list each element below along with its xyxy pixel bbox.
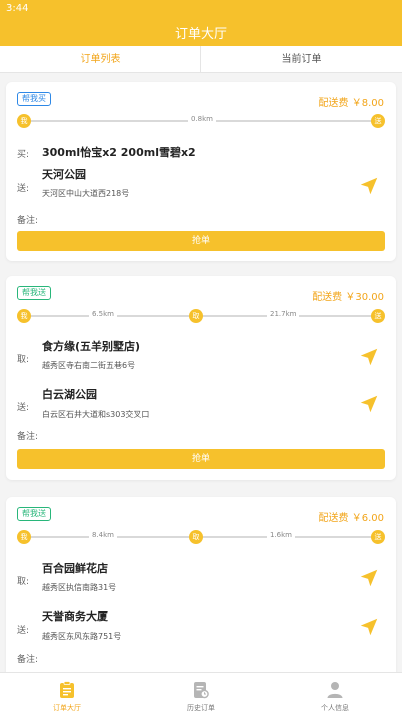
navigate-arrow-icon[interactable] bbox=[358, 393, 380, 415]
order-type-tag: 帮我送 bbox=[17, 507, 51, 521]
route-bar: 我 8.4km 取 1.6km 送 bbox=[17, 530, 385, 544]
header-bar: 3:44 订单大厅 bbox=[0, 0, 402, 46]
route-bar: 我 0.8km 送 bbox=[17, 114, 385, 128]
navigate-arrow-icon[interactable] bbox=[358, 346, 380, 368]
pickup-address: 越秀区执信南路31号 bbox=[42, 583, 117, 592]
tab-bar: 订单列表 当前订单 bbox=[0, 46, 402, 73]
route-distance: 8.4km bbox=[89, 531, 118, 539]
pickup-label: 取: bbox=[17, 355, 30, 365]
app-screen: 3:44 订单大厅 订单列表 当前订单 帮我买 配送费 ￥8.00 我 0.8k… bbox=[0, 0, 402, 717]
route-distance: 6.5km bbox=[89, 310, 118, 318]
route-bar: 我 6.5km 取 21.7km 送 bbox=[17, 309, 385, 323]
route-node-me: 我 bbox=[17, 309, 31, 323]
navigate-arrow-icon[interactable] bbox=[358, 616, 380, 638]
nav-order-hall[interactable]: 订单大厅 bbox=[0, 673, 134, 717]
order-card: 帮我送 配送费 ￥30.00 我 6.5km 取 21.7km 送 取: 食方缘… bbox=[6, 276, 396, 480]
order-card: 帮我买 配送费 ￥8.00 我 0.8km 送 买: 300ml怡宝x2 200… bbox=[6, 82, 396, 261]
buy-label: 买: bbox=[17, 150, 30, 160]
person-icon bbox=[327, 682, 343, 698]
navigate-arrow-icon[interactable] bbox=[358, 175, 380, 197]
deliver-label: 送: bbox=[17, 184, 30, 194]
route-node-me: 我 bbox=[17, 530, 31, 544]
delivery-fee: 配送费 ￥8.00 bbox=[318, 98, 384, 109]
grab-order-button[interactable]: 抢单 bbox=[17, 449, 385, 469]
bottom-nav: 订单大厅 历史订单 个人信息 bbox=[0, 672, 402, 717]
deliver-address: 越秀区东风东路751号 bbox=[42, 632, 122, 641]
grab-order-button[interactable]: 抢单 bbox=[17, 231, 385, 251]
pickup-address: 越秀区寺右南二街五巷6号 bbox=[42, 361, 136, 370]
note-label: 备注: bbox=[17, 216, 39, 226]
route-distance: 1.6km bbox=[267, 531, 296, 539]
order-list[interactable]: 帮我买 配送费 ￥8.00 我 0.8km 送 买: 300ml怡宝x2 200… bbox=[0, 73, 402, 672]
nav-label: 历史订单 bbox=[187, 704, 215, 712]
route-node-pickup: 取 bbox=[189, 530, 203, 544]
route-distance: 0.8km bbox=[188, 115, 217, 123]
deliver-name: 天河公园 bbox=[42, 168, 86, 181]
deliver-address: 白云区石井大道和s303交叉口 bbox=[42, 410, 150, 419]
deliver-label: 送: bbox=[17, 626, 30, 636]
order-card: 帮我送 配送费 ￥6.00 我 8.4km 取 1.6km 送 取: 百合园鲜花… bbox=[6, 497, 396, 672]
pickup-name: 百合园鲜花店 bbox=[42, 562, 108, 575]
buy-items: 300ml怡宝x2 200ml雪碧x2 bbox=[42, 146, 196, 159]
status-time: 3:44 bbox=[6, 3, 29, 14]
nav-label: 个人信息 bbox=[321, 704, 349, 712]
navigate-arrow-icon[interactable] bbox=[358, 567, 380, 589]
page-title: 订单大厅 bbox=[174, 27, 227, 42]
pickup-name: 食方缘(五羊别墅店) bbox=[42, 340, 141, 353]
order-type-tag: 帮我买 bbox=[17, 92, 51, 106]
history-document-icon bbox=[194, 682, 209, 699]
order-type-tag: 帮我送 bbox=[17, 286, 51, 300]
route-node-pickup: 取 bbox=[189, 309, 203, 323]
deliver-label: 送: bbox=[17, 403, 30, 413]
nav-label: 订单大厅 bbox=[53, 704, 81, 712]
route-distance: 21.7km bbox=[267, 310, 300, 318]
deliver-name: 白云湖公园 bbox=[42, 388, 97, 401]
route-node-deliver: 送 bbox=[371, 309, 385, 323]
delivery-fee: 配送费 ￥30.00 bbox=[312, 292, 384, 303]
route-node-deliver: 送 bbox=[371, 530, 385, 544]
deliver-name: 天誉商务大厦 bbox=[42, 610, 108, 623]
tab-current-orders[interactable]: 当前订单 bbox=[201, 46, 402, 72]
note-label: 备注: bbox=[17, 655, 39, 665]
route-node-deliver: 送 bbox=[371, 114, 385, 128]
delivery-fee: 配送费 ￥6.00 bbox=[318, 513, 384, 524]
route-node-me: 我 bbox=[17, 114, 31, 128]
tab-order-list[interactable]: 订单列表 bbox=[0, 46, 201, 73]
nav-history-orders[interactable]: 历史订单 bbox=[134, 673, 268, 717]
note-label: 备注: bbox=[17, 432, 39, 442]
nav-personal-info[interactable]: 个人信息 bbox=[268, 673, 402, 717]
deliver-address: 天河区中山大道西218号 bbox=[42, 189, 130, 198]
pickup-label: 取: bbox=[17, 577, 30, 587]
clipboard-icon bbox=[60, 681, 74, 698]
